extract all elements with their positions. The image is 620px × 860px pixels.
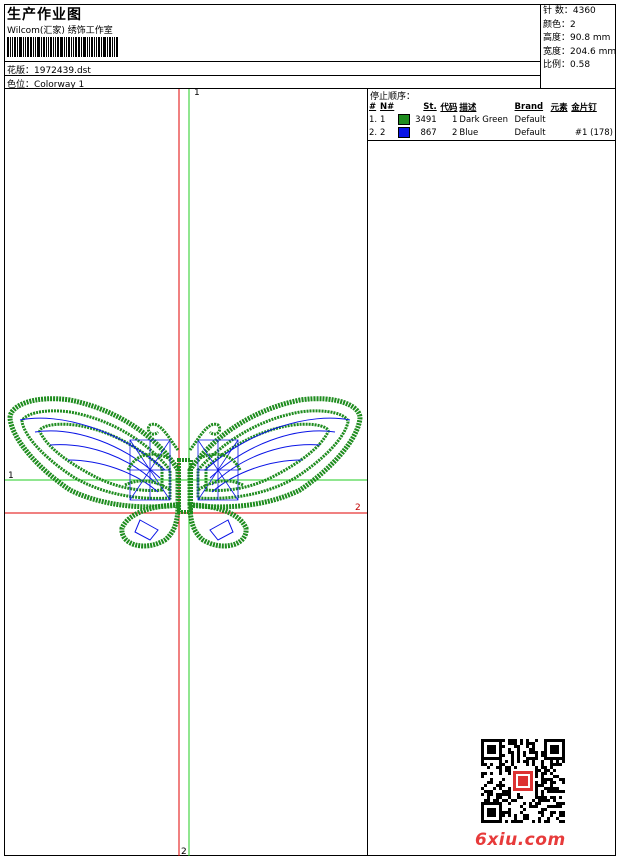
butterfly-embroidery (7, 396, 363, 549)
qr-code (481, 739, 565, 823)
axis-label-bottom: 2 (181, 847, 187, 857)
axis-label-top: 1 (194, 88, 200, 98)
axis-label-left: 1 (8, 471, 14, 481)
axis-label-right: 2 (355, 503, 361, 513)
watermark-logo: 6xiu.com (475, 830, 566, 850)
design-canvas (5, 89, 565, 856)
